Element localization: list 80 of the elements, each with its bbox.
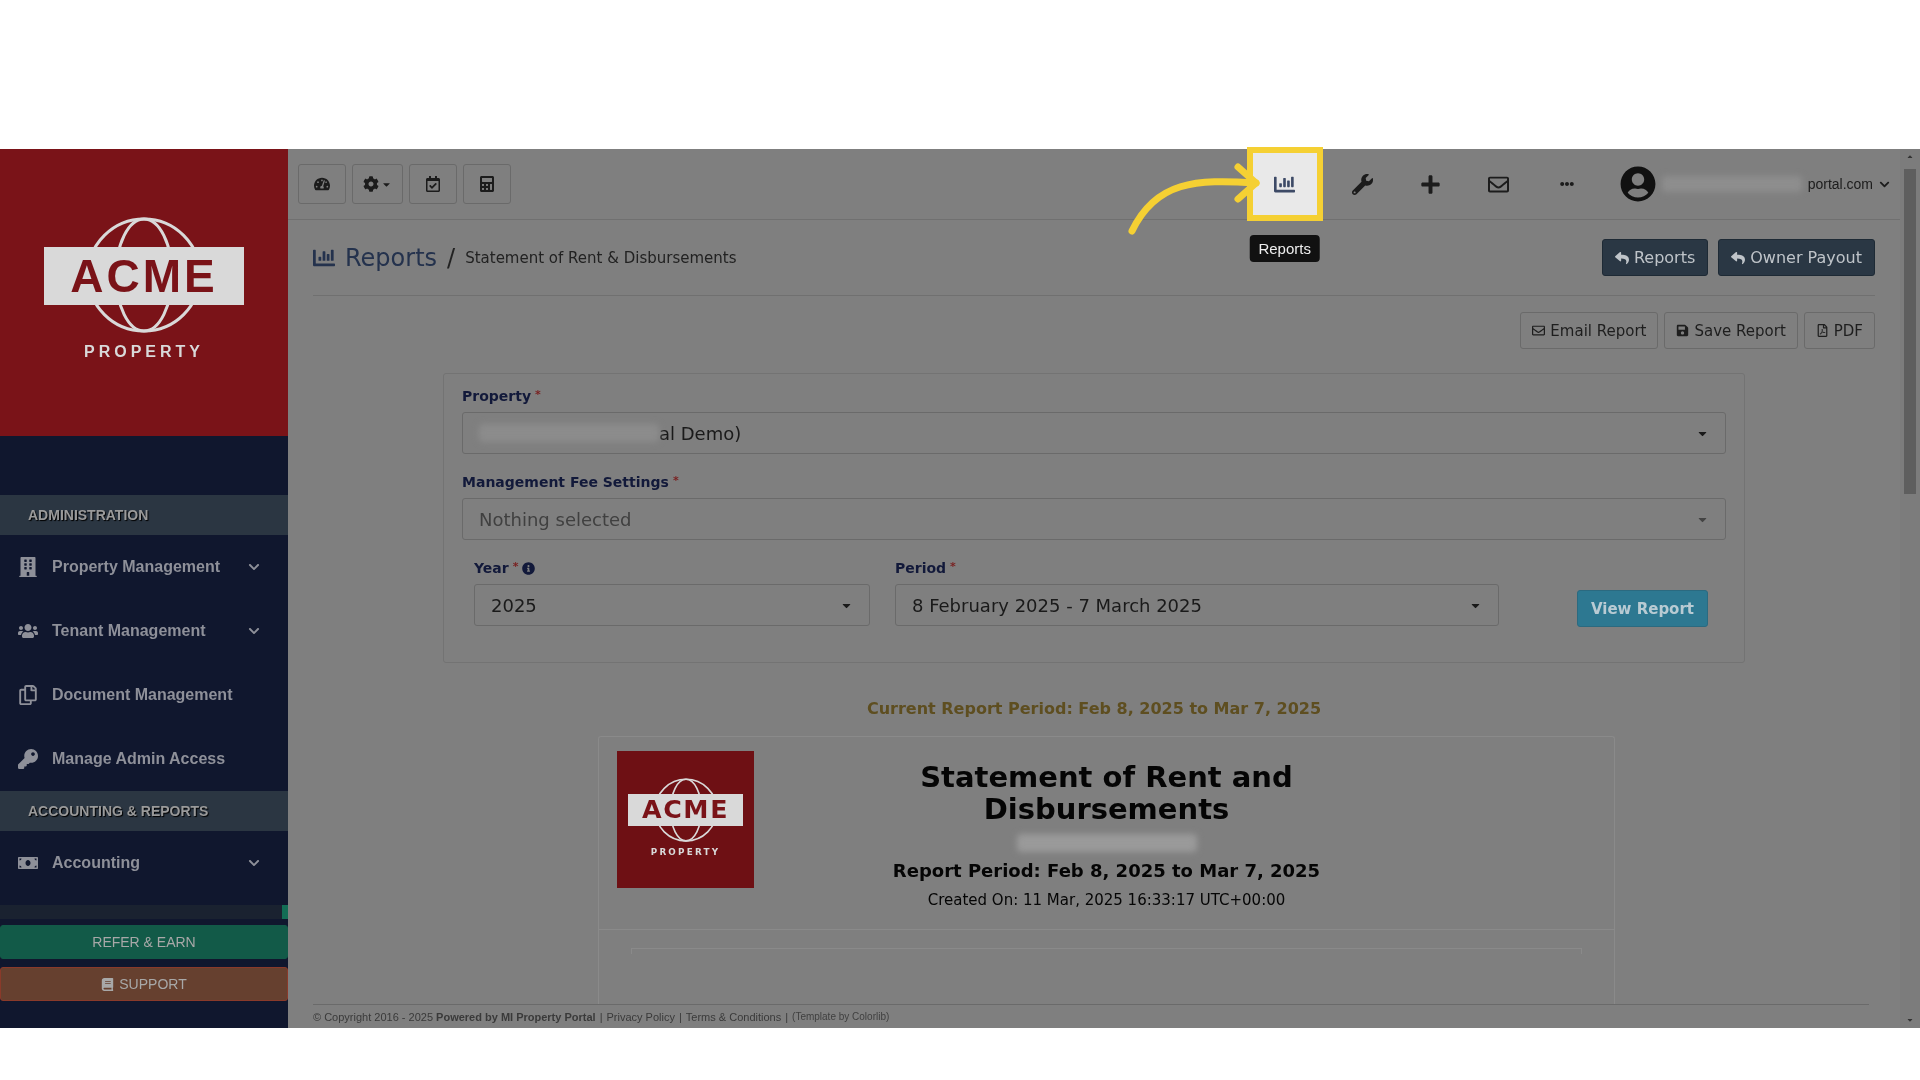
- avatar-icon[interactable]: [1619, 166, 1656, 202]
- sidebar-item-label: Property Management: [52, 558, 222, 576]
- calendar-button[interactable]: [409, 164, 457, 204]
- logo-tagline: PROPERTY: [84, 342, 204, 361]
- section-heading: ADMINISTRATION: [0, 495, 288, 535]
- pdf-file-icon: [1815, 324, 1829, 337]
- logo-wordmark: ACME: [627, 794, 744, 827]
- select-value: 2025: [491, 594, 538, 616]
- footer-link[interactable]: Privacy Policy: [606, 1010, 675, 1023]
- logo-tagline: PROPERTY: [650, 846, 721, 857]
- dashboard-icon: [314, 176, 330, 192]
- year-select[interactable]: 2025: [474, 584, 870, 626]
- refer-button[interactable]: REFER & EARN: [0, 925, 288, 959]
- current-period-text: Current Report Period: Feb 8, 2025 to Mar 7, 2025: [865, 699, 1323, 718]
- building-icon: [18, 557, 38, 577]
- required-mark: *: [535, 388, 541, 401]
- field-label: Management Fee Settings: [462, 474, 669, 490]
- footer-separator: |: [785, 1010, 789, 1023]
- users-icon: [18, 621, 38, 641]
- report-title: Statement of Rent and Disbursements: [919, 761, 1294, 826]
- scrollbar-thumb[interactable]: [1904, 169, 1916, 494]
- calendar-icon: [425, 176, 441, 192]
- mail-icon: [1532, 324, 1546, 337]
- field-label: Period: [895, 560, 947, 576]
- required-mark: *: [950, 560, 956, 573]
- copyright-text: © Copyright 2016 - 2025 Powered by MI Property Portal: [313, 1010, 596, 1023]
- sidebar-item-label: Manage Admin Access: [52, 750, 227, 768]
- fee-settings-select[interactable]: Nothing selected: [462, 498, 1726, 540]
- key-icon: [18, 749, 38, 769]
- email-report-button[interactable]: Email Report: [1520, 312, 1659, 349]
- settings-button[interactable]: [352, 164, 403, 204]
- sidebar-item[interactable]: Tenant Management: [0, 599, 288, 663]
- sidebar-item[interactable]: Manage Admin Access: [0, 727, 288, 791]
- calculator-button[interactable]: [463, 164, 511, 204]
- footer-separator: |: [678, 1010, 682, 1023]
- required-mark: *: [512, 560, 519, 573]
- sidebar-item-label: Accounting: [52, 854, 141, 872]
- book-icon: [101, 977, 115, 991]
- section-heading: ACCOUNTING & REPORTS: [0, 791, 288, 831]
- page-title: Reports: [345, 243, 438, 272]
- select-value: 8 February 2025 - 7 March 2025: [912, 594, 1203, 616]
- dashboard-button[interactable]: [298, 164, 346, 204]
- info-icon[interactable]: [522, 561, 536, 575]
- breadcrumb-current: Statement of Rent & Disbursements: [465, 248, 737, 267]
- view-report-button[interactable]: View Report: [1576, 590, 1708, 627]
- reply-icon: [1731, 250, 1746, 265]
- sidebar-item[interactable]: Property Management: [0, 535, 288, 599]
- owner-payout-button[interactable]: Owner Payout: [1718, 239, 1875, 276]
- documents-icon: [18, 685, 38, 705]
- logo-wordmark: ACME: [44, 246, 244, 305]
- plus-icon: [1420, 173, 1442, 195]
- wrench-icon: [1352, 173, 1374, 195]
- field-label: Property: [462, 388, 532, 404]
- support-button[interactable]: SUPPORT: [0, 967, 288, 1001]
- footer-separator: |: [599, 1010, 603, 1023]
- breadcrumb-separator: /: [447, 243, 456, 272]
- select-placeholder: Nothing selected: [479, 508, 633, 530]
- calculator-icon: [479, 176, 495, 192]
- sidebar-item-label: Document Management: [52, 686, 234, 704]
- reply-icon: [1614, 250, 1629, 265]
- save-report-button[interactable]: Save Report: [1664, 312, 1798, 349]
- footer-link[interactable]: Terms & Conditions: [685, 1010, 782, 1023]
- property-select[interactable]: al Demo): [462, 412, 1726, 454]
- sidebar-item-label: Tenant Management: [52, 622, 207, 640]
- report-period: Report Period: Feb 8, 2025 to Mar 7, 2025: [892, 859, 1321, 881]
- scroll-up-icon[interactable]: [1906, 153, 1914, 161]
- period-select[interactable]: 8 February 2025 - 7 March 2025: [895, 584, 1499, 626]
- tooltip: Reports: [1249, 235, 1320, 262]
- select-value: al Demo): [659, 422, 742, 444]
- save-icon: [1676, 324, 1690, 337]
- pdf-button[interactable]: PDF: [1803, 312, 1875, 349]
- created-on-text: Created On: 11 Mar, 2025 16:33:17 UTC+00:00: [927, 890, 1286, 909]
- settings-icon: [363, 176, 379, 192]
- sidebar-item[interactable]: Document Management: [0, 663, 288, 727]
- field-label: Year: [474, 560, 509, 576]
- sidebar-item[interactable]: Accounting: [0, 831, 288, 895]
- reports-button[interactable]: Reports: [1601, 239, 1709, 276]
- user-email[interactable]: portal.com: [1807, 176, 1873, 192]
- scroll-down-icon[interactable]: [1906, 1016, 1914, 1024]
- required-mark: *: [672, 474, 679, 487]
